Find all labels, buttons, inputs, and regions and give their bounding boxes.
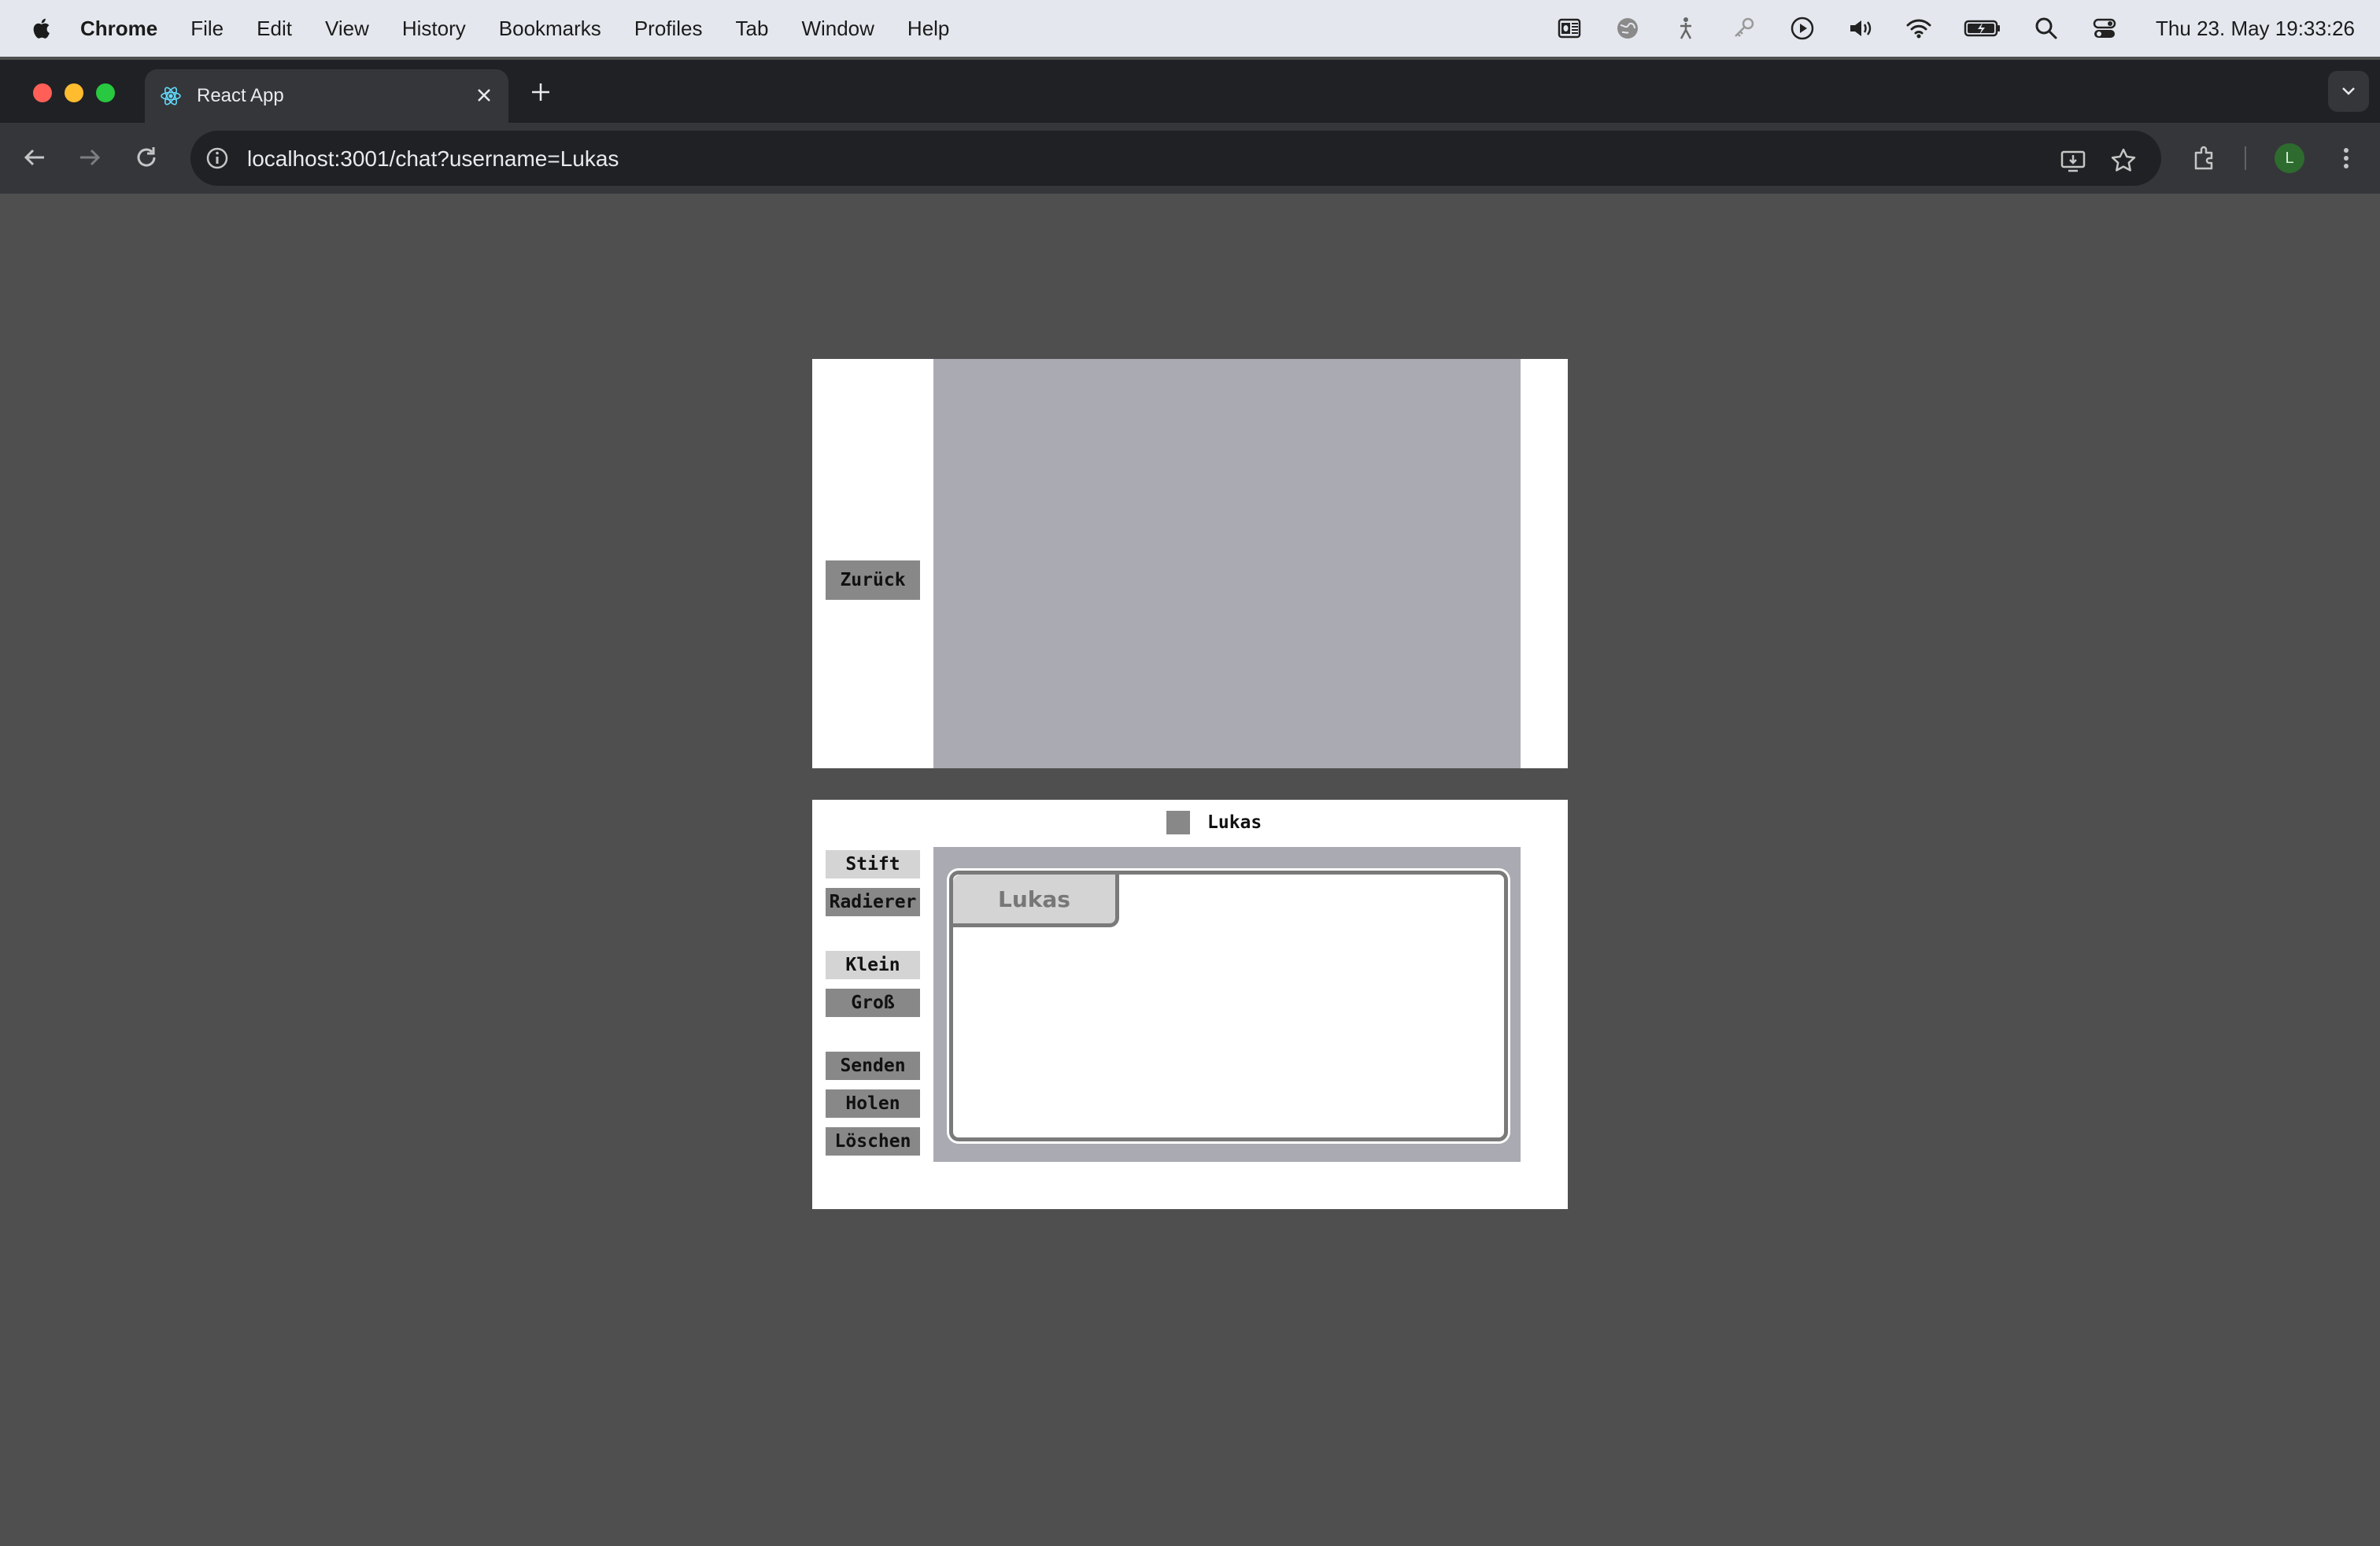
forward-arrow-icon[interactable]: [76, 143, 104, 172]
shared-canvas[interactable]: [933, 359, 1521, 768]
window-zoom-button[interactable]: [96, 83, 115, 102]
new-tab-icon[interactable]: [529, 80, 552, 104]
tab-title: React App: [197, 85, 284, 106]
browser-toolbar: localhost:3001/chat?username=Lukas L: [0, 123, 2380, 194]
drawing-pad[interactable]: Lukas: [949, 871, 1508, 1141]
current-username: Lukas: [1207, 812, 1262, 833]
battery-icon[interactable]: [1964, 15, 2001, 42]
window-minimize-button[interactable]: [65, 83, 83, 102]
tab-strip: React App: [0, 60, 2380, 123]
kebab-menu-icon[interactable]: [2331, 143, 2361, 173]
chevron-down-icon: [2342, 87, 2355, 95]
site-info-icon[interactable]: [203, 144, 231, 172]
control-center-icon[interactable]: [2091, 15, 2118, 42]
menu-tab[interactable]: Tab: [736, 17, 769, 41]
menu-help[interactable]: Help: [907, 17, 949, 41]
outlook-icon[interactable]: [1556, 15, 1583, 42]
globe-icon[interactable]: [1614, 15, 1641, 42]
drawing-area: Lukas: [933, 847, 1521, 1162]
menu-file[interactable]: File: [190, 17, 224, 41]
user-color-swatch: [1166, 811, 1190, 834]
drawing-pad-owner-tab: Lukas: [953, 875, 1119, 927]
wifi-icon[interactable]: [1905, 15, 1932, 42]
menu-profiles[interactable]: Profiles: [634, 17, 703, 41]
send-button[interactable]: Senden: [826, 1052, 920, 1080]
menu-window[interactable]: Window: [801, 17, 874, 41]
delete-button[interactable]: Löschen: [826, 1127, 920, 1156]
window-close-button[interactable]: [33, 83, 52, 102]
accessibility-icon[interactable]: [1672, 15, 1699, 42]
toolbar-divider: [2245, 146, 2246, 170]
url-text[interactable]: localhost:3001/chat?username=Lukas: [247, 146, 619, 172]
size-large-button[interactable]: Groß: [826, 989, 920, 1017]
back-button[interactable]: Zurück: [826, 560, 920, 600]
spotlight-icon[interactable]: [2033, 15, 2060, 42]
bookmark-star-icon[interactable]: [2109, 146, 2138, 175]
menu-history[interactable]: History: [402, 17, 466, 41]
menu-edit[interactable]: Edit: [257, 17, 292, 41]
back-arrow-icon[interactable]: [20, 143, 49, 172]
apple-icon[interactable]: [31, 17, 50, 40]
profile-avatar[interactable]: L: [2275, 143, 2304, 173]
pen-tool-button[interactable]: Stift: [826, 850, 920, 878]
tab-close-icon[interactable]: [475, 87, 493, 104]
tab-search-button[interactable]: [2328, 71, 2369, 112]
menu-bookmarks[interactable]: Bookmarks: [499, 17, 601, 41]
volume-icon[interactable]: [1847, 15, 1874, 42]
menubar-clock[interactable]: Thu 23. May 19:33:26: [2156, 17, 2355, 41]
macos-menu-bar: Chrome File Edit View History Bookmarks …: [0, 0, 2380, 57]
app-menu: Chrome File Edit View History Bookmarks …: [80, 17, 982, 41]
current-user-label: Lukas: [1166, 811, 1262, 834]
reload-icon[interactable]: [132, 143, 161, 172]
menu-view[interactable]: View: [325, 17, 369, 41]
fetch-button[interactable]: Holen: [826, 1089, 920, 1118]
status-area: Thu 23. May 19:33:26: [1556, 0, 2355, 57]
play-icon[interactable]: [1789, 15, 1816, 42]
react-icon: [161, 87, 181, 105]
shared-canvas-panel: Zurück: [812, 359, 1568, 768]
key-icon[interactable]: [1731, 15, 1757, 42]
drawing-panel: Lukas Stift Radierer Klein Groß Senden H…: [812, 800, 1568, 1209]
address-bar[interactable]: localhost:3001/chat?username=Lukas: [190, 131, 2161, 186]
eraser-tool-button[interactable]: Radierer: [826, 888, 920, 916]
extensions-icon[interactable]: [2190, 143, 2219, 173]
install-app-icon[interactable]: [2059, 146, 2087, 175]
menu-app-name[interactable]: Chrome: [80, 17, 157, 41]
browser-tab-react-app[interactable]: React App: [145, 69, 508, 123]
size-small-button[interactable]: Klein: [826, 951, 920, 979]
